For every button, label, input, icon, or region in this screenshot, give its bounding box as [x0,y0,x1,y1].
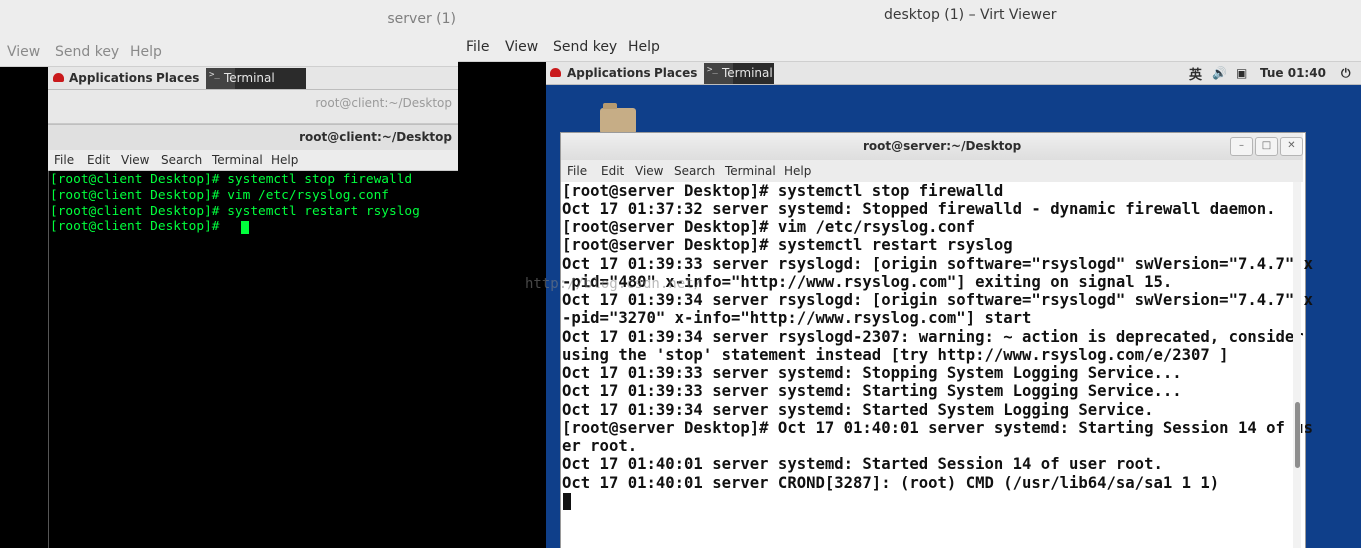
server-terminal-menubar: File Edit View Search Terminal Help [561,160,1303,183]
client-terminal-titlebar[interactable]: root@client:~/Desktop [48,124,458,150]
server-terminal-output[interactable]: [root@server Desktop]# systemctl stop fi… [561,182,1313,548]
left-background-window-titlebar[interactable]: root@client:~/Desktop [48,90,458,124]
server-terminal-window: root@server:~/Desktop – □ ✕ File Edit Vi… [560,132,1313,548]
minimize-icon[interactable]: – [1230,137,1253,156]
panel-clock[interactable]: Tue 01:40 [1260,66,1326,80]
server-terminal-line: Oct 17 01:39:33 server systemd: Starting… [562,382,1182,400]
client-menu-edit[interactable]: Edit [87,153,110,167]
client-menu-terminal[interactable]: Terminal [212,153,263,167]
volume-icon[interactable]: 🔊 [1212,66,1227,80]
left-panel-applications[interactable]: Applications [69,71,153,85]
client-menu-search[interactable]: Search [161,153,202,167]
client-menu-file[interactable]: File [54,153,74,167]
server-terminal-title: root@server:~/Desktop [863,139,1022,153]
right-taskbar-terminal[interactable]: >_ Terminal [704,63,774,84]
server-menu-help[interactable]: Help [784,164,811,178]
server-terminal-line: Oct 17 01:40:01 server systemd: Started … [562,455,1163,473]
right-guest-top-panel: Applications Places >_ Terminal 英 🔊 ▣ Tu… [546,62,1361,85]
server-terminal-line: Oct 17 01:40:01 server CROND[3287]: (roo… [562,474,1220,492]
server-menu-view[interactable]: View [635,164,663,178]
left-viewer-menubar: View Send key Help [0,38,458,67]
server-terminal-line: [root@server Desktop]# Oct 17 01:40:01 s… [562,419,1314,437]
right-panel-applications[interactable]: Applications [567,66,651,80]
server-terminal-line: [root@server Desktop]# systemctl restart… [562,236,1013,254]
server-terminal-line: Oct 17 01:37:32 server systemd: Stopped … [562,200,1276,218]
left-taskbar-terminal[interactable]: >_ Terminal [206,68,306,89]
client-terminal-line: [root@client Desktop]# vim /etc/rsyslog.… [50,188,389,203]
client-terminal-cursor [241,221,249,234]
home-folder-icon[interactable] [600,103,636,134]
server-terminal-line: er root. [562,437,638,455]
server-menu-terminal[interactable]: Terminal [725,164,776,178]
client-terminal-output[interactable]: [root@client Desktop]# systemctl stop fi… [48,171,458,548]
server-terminal-line: using the 'stop' statement instead [try … [562,346,1229,364]
server-terminal-line: Oct 17 01:39:33 server rsyslogd: [origin… [562,255,1314,273]
server-terminal-cursor [563,493,571,510]
left-panel-places[interactable]: Places [156,71,199,85]
right-viewer-window: desktop (1) – Virt Viewer File View Send… [458,0,1361,548]
server-terminal-line: [root@server Desktop]# systemctl stop fi… [562,182,1004,200]
left-menu-send-key[interactable]: Send key [55,44,119,60]
left-guest-top-panel: Applications Places >_ Terminal [48,67,458,90]
left-menu-view[interactable]: View [7,44,40,60]
close-icon[interactable]: ✕ [1280,137,1303,156]
right-viewer-titlebar[interactable]: desktop (1) – Virt Viewer [458,0,1361,34]
right-menu-send-key[interactable]: Send key [553,39,617,55]
client-menu-help[interactable]: Help [271,153,298,167]
right-menu-file[interactable]: File [466,39,489,55]
server-terminal-line: Oct 17 01:39:34 server rsyslogd-2307: wa… [562,328,1304,346]
left-menu-help[interactable]: Help [130,44,162,60]
server-menu-file[interactable]: File [567,164,587,178]
redhat-logo-icon [53,73,64,82]
network-icon[interactable]: ▣ [1236,66,1247,80]
right-menu-view[interactable]: View [505,39,538,55]
client-menu-view[interactable]: View [121,153,149,167]
server-terminal-line: Oct 17 01:39:34 server rsyslogd: [origin… [562,291,1314,309]
server-menu-search[interactable]: Search [674,164,715,178]
left-viewer-window: server (1) View Send key Help Applicatio… [0,0,458,548]
server-terminal-line: -pid="3270" x-info="http://www.rsyslog.c… [562,309,1032,327]
right-viewer-menubar: File View Send key Help [458,34,1361,62]
left-viewer-title: server (1) [387,11,456,27]
client-terminal-line: [root@client Desktop]# systemctl restart… [50,204,420,219]
client-terminal-line: [root@client Desktop]# systemctl stop fi… [50,172,413,187]
server-terminal-line: [root@server Desktop]# vim /etc/rsyslog.… [562,218,976,236]
server-menu-edit[interactable]: Edit [601,164,624,178]
left-viewer-titlebar[interactable]: server (1) [0,0,458,38]
client-terminal-title: root@client:~/Desktop [299,130,452,144]
server-terminal-scrollbar[interactable] [1293,182,1301,548]
input-method-indicator[interactable]: 英 [1189,64,1202,83]
client-terminal-line: [root@client Desktop]# [50,219,228,234]
server-terminal-scroll-thumb[interactable] [1295,402,1300,468]
redhat-logo-icon [550,68,561,77]
left-background-window-title: root@client:~/Desktop [315,96,452,110]
server-terminal-line: Oct 17 01:39:33 server systemd: Stopping… [562,364,1182,382]
right-panel-places[interactable]: Places [654,66,697,80]
maximize-icon[interactable]: □ [1255,137,1278,156]
client-terminal-menubar: File Edit View Search Terminal Help [48,150,458,171]
right-menu-help[interactable]: Help [628,39,660,55]
server-terminal-titlebar[interactable]: root@server:~/Desktop – □ ✕ [561,133,1303,161]
power-menu-icon[interactable]: ⏻ [1341,66,1351,81]
right-taskbar-terminal-label: Terminal [722,66,773,80]
server-terminal-line: Oct 17 01:39:34 server systemd: Started … [562,401,1154,419]
right-viewer-title: desktop (1) – Virt Viewer [884,7,1057,23]
watermark: http://blog.csdn.net/ [525,276,703,292]
left-taskbar-terminal-label: Terminal [224,71,275,85]
